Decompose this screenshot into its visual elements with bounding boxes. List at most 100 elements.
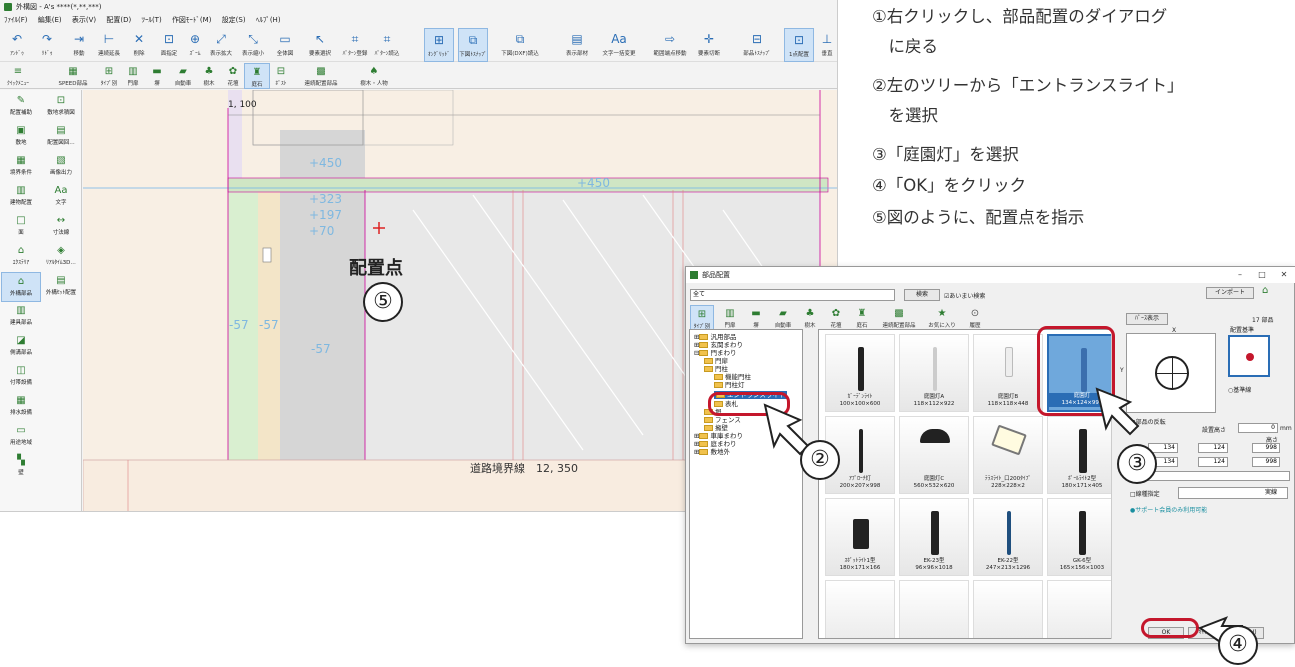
garden-stone-button[interactable]: ♜ 庭石 (244, 63, 270, 89)
redo-button[interactable]: ↷ ﾘﾄﾞｩ (32, 28, 62, 62)
perse-view-button[interactable]: ﾊﾟｰｽ表示 (1126, 313, 1168, 325)
tab-flowerbed[interactable]: ✿ 花壇 (824, 305, 848, 331)
post-button[interactable]: ⊟ ﾎﾟｽﾄ (268, 63, 294, 89)
display-parts-button[interactable]: ▤ 表示部材 (562, 28, 592, 62)
menu-edit[interactable]: 編集(E) (38, 16, 62, 24)
tree-person-button[interactable]: ♠ 樹木・人物 (354, 63, 394, 89)
menu-tools[interactable]: ﾂｰﾙ(T) (141, 16, 161, 24)
part-tile[interactable]: 庭園灯B 118×118×448 (973, 334, 1043, 412)
text-replace-button[interactable]: Aa 文字一括変更 (600, 28, 638, 62)
tree-item[interactable]: ⊞ 車庫まわり (694, 432, 743, 440)
tab-history[interactable]: ⊙ 履歴 (962, 305, 988, 331)
extend-button[interactable]: ⊢ 連続延長 (94, 28, 124, 62)
tree-item[interactable]: 門柱灯 (714, 381, 745, 389)
y-size-input-2[interactable]: 124 (1198, 457, 1228, 467)
part-tile[interactable]: EK-22型 247×213×1296 (973, 498, 1043, 576)
menu-draw-mode[interactable]: 作図ﾓｰﾄﾞ(M) (172, 16, 212, 24)
line-type-select[interactable]: 実線 (1178, 487, 1288, 499)
part-tile[interactable] (1047, 580, 1117, 638)
tab-wall[interactable]: ▬ 塀 (744, 305, 768, 331)
tool-wall[interactable]: ▚ 壁 (1, 452, 41, 482)
parts-snap-button[interactable]: ⊟ 部品ﾄｽﾅｯﾌﾟ (740, 28, 774, 62)
search-input[interactable] (740, 289, 895, 301)
tool-face[interactable]: □ 面 (1, 212, 41, 242)
zoom-out-button[interactable]: ⤡ 表示縮小 (238, 28, 268, 62)
menu-view[interactable]: 表示(V) (72, 16, 96, 24)
type-button[interactable]: ⊞ ﾀｲﾌﾟ別 (96, 63, 122, 89)
move-button[interactable]: ⇥ 移動 (64, 28, 94, 62)
tool-image-output[interactable]: ▧ 画像出力 (41, 152, 81, 182)
tool-place-assist[interactable]: ✎ 配置補助 (1, 92, 41, 122)
tool-exterior-parts[interactable]: ⌂ 外構部品 (1, 272, 41, 302)
vertical-button[interactable]: ⊥ 垂直 (816, 28, 837, 62)
part-tile[interactable] (899, 580, 969, 638)
underlay-snap-button[interactable]: ⧉ 下図ﾄｽﾅｯﾌﾟ (458, 28, 488, 62)
tree-item[interactable]: ⊞ 庭まわり (694, 440, 736, 448)
undo-button[interactable]: ↶ ｱﾝﾄﾞｩ (2, 28, 32, 62)
memo-input[interactable] (1140, 471, 1290, 481)
tool-zoning[interactable]: ▭ 用途地域 (1, 422, 41, 452)
y-size-input[interactable]: 124 (1198, 443, 1228, 453)
part-tile[interactable]: ｽﾎﾟｯﾄﾗｲﾄ1型 180×171×166 (825, 498, 895, 576)
z-size-input[interactable]: 998 (1252, 443, 1280, 453)
tree-item[interactable]: 門扉 (704, 357, 728, 365)
tool-site[interactable]: ▣ 敷地 (1, 122, 41, 152)
delete-button[interactable]: ✕ 削除 (124, 28, 154, 62)
tree-item[interactable]: 擁壁 (704, 424, 728, 432)
tool-dimension[interactable]: ↔ 寸法線 (41, 212, 81, 242)
menu-help[interactable]: ﾍﾙﾌﾟ(H) (256, 16, 281, 24)
line-type-checkbox[interactable]: □線種指定 (1130, 489, 1160, 498)
car-button[interactable]: ▰ 自動車 (170, 63, 196, 89)
fit-all-button[interactable]: ▭ 全体図 (270, 28, 300, 62)
speed-parts-button[interactable]: ▦ SPEED部品 (56, 63, 90, 89)
cut-element-button[interactable]: ✛ 要素切断 (694, 28, 724, 62)
part-tile[interactable]: 庭園灯A 118×112×922 (899, 334, 969, 412)
tree-item[interactable]: ⊟ 門まわり (694, 349, 736, 357)
tree-item[interactable]: フェンス (704, 416, 741, 424)
tool-exterior-set[interactable]: ▤ 外構ｾｯﾄ配置 (41, 272, 81, 302)
tree-button[interactable]: ♣ 樹木 (196, 63, 222, 89)
part-tile[interactable]: EK-23型 96×96×1018 (899, 498, 969, 576)
part-tile[interactable]: GK-6型 165×156×1003 (1047, 498, 1117, 576)
tab-continuous-parts[interactable]: ▩ 連続配置部品 (878, 305, 920, 331)
tool-fittings[interactable]: ▥ 建具部品 (1, 302, 41, 332)
height-input[interactable]: 0 (1238, 423, 1278, 433)
single-point-place-button[interactable]: ⊡ 1点配置 (784, 28, 814, 62)
part-tile[interactable] (825, 580, 895, 638)
on-grid-button[interactable]: ⊞ ｵﾝｸﾞﾘｯﾄﾞ (424, 28, 454, 62)
tree-item[interactable]: ⊞ 汎用部品 (694, 333, 736, 341)
tab-tree[interactable]: ♣ 樹木 (798, 305, 822, 331)
tool-exterior[interactable]: ⌂ ｴｸｽﾃﾘｱ (1, 242, 41, 272)
tab-favorites[interactable]: ★ お気に入り (924, 305, 960, 331)
gate-button[interactable]: ▥ 門扉 (120, 63, 146, 89)
tree-item[interactable]: 門柱 (704, 365, 728, 373)
import-button[interactable]: インポート (1206, 287, 1254, 299)
part-tile[interactable]: ｶﾞｰﾃﾞﾝﾗｲﾄ 100×100×600 (825, 334, 895, 412)
baseline-radio[interactable]: ○基準線 (1228, 385, 1251, 394)
minimize-icon[interactable]: – (1230, 267, 1250, 283)
tree-item[interactable]: ⊞ 玄関まわり (694, 341, 743, 349)
z-size-input-2[interactable]: 998 (1252, 457, 1280, 467)
tab-type[interactable]: ⊞ ﾀｲﾌﾟ別 (690, 305, 714, 331)
range-move-button[interactable]: ⇨ 範囲端点移動 (652, 28, 688, 62)
pattern-load-button[interactable]: ⌗ ﾊﾟﾀｰﾝ読込 (372, 28, 402, 62)
quick-menu-button[interactable]: ≡ ｸｲｯｸﾒﾆｭｰ (2, 63, 34, 89)
origin-selector[interactable] (1228, 335, 1270, 377)
tool-equipment[interactable]: ◫ 付帯設備 (1, 362, 41, 392)
wall-button[interactable]: ▬ 塀 (144, 63, 170, 89)
tree-item[interactable]: ⊞ 敷地外 (694, 448, 730, 456)
search-button[interactable]: 検索 (904, 289, 940, 301)
tab-garden-stone[interactable]: ♜ 庭石 (850, 305, 874, 331)
zoom-in-button[interactable]: ⤢ 表示拡大 (206, 28, 236, 62)
tree-item[interactable]: 機能門柱 (714, 373, 751, 381)
tool-building[interactable]: ▥ 建物配置 (1, 182, 41, 212)
part-tile[interactable]: ﾃﾗｽﾗｲﾄ_口200ﾀｲﾌﾟ 228×228×2 (973, 416, 1043, 494)
fuzzy-search-checkbox[interactable]: ☑あいまい検索 (944, 291, 985, 300)
part-tile[interactable]: 庭園灯C 560×532×620 (899, 416, 969, 494)
tool-layout-plan[interactable]: ▤ 配置図回… (41, 122, 81, 152)
part-tile[interactable] (973, 580, 1043, 638)
tool-drainage[interactable]: ▦ 排水設備 (1, 392, 41, 422)
select-element-button[interactable]: ↖ 要素選択 (305, 28, 335, 62)
close-icon[interactable]: ✕ (1274, 267, 1294, 283)
tool-site-area[interactable]: ⊡ 敷地求積図 (41, 92, 81, 122)
